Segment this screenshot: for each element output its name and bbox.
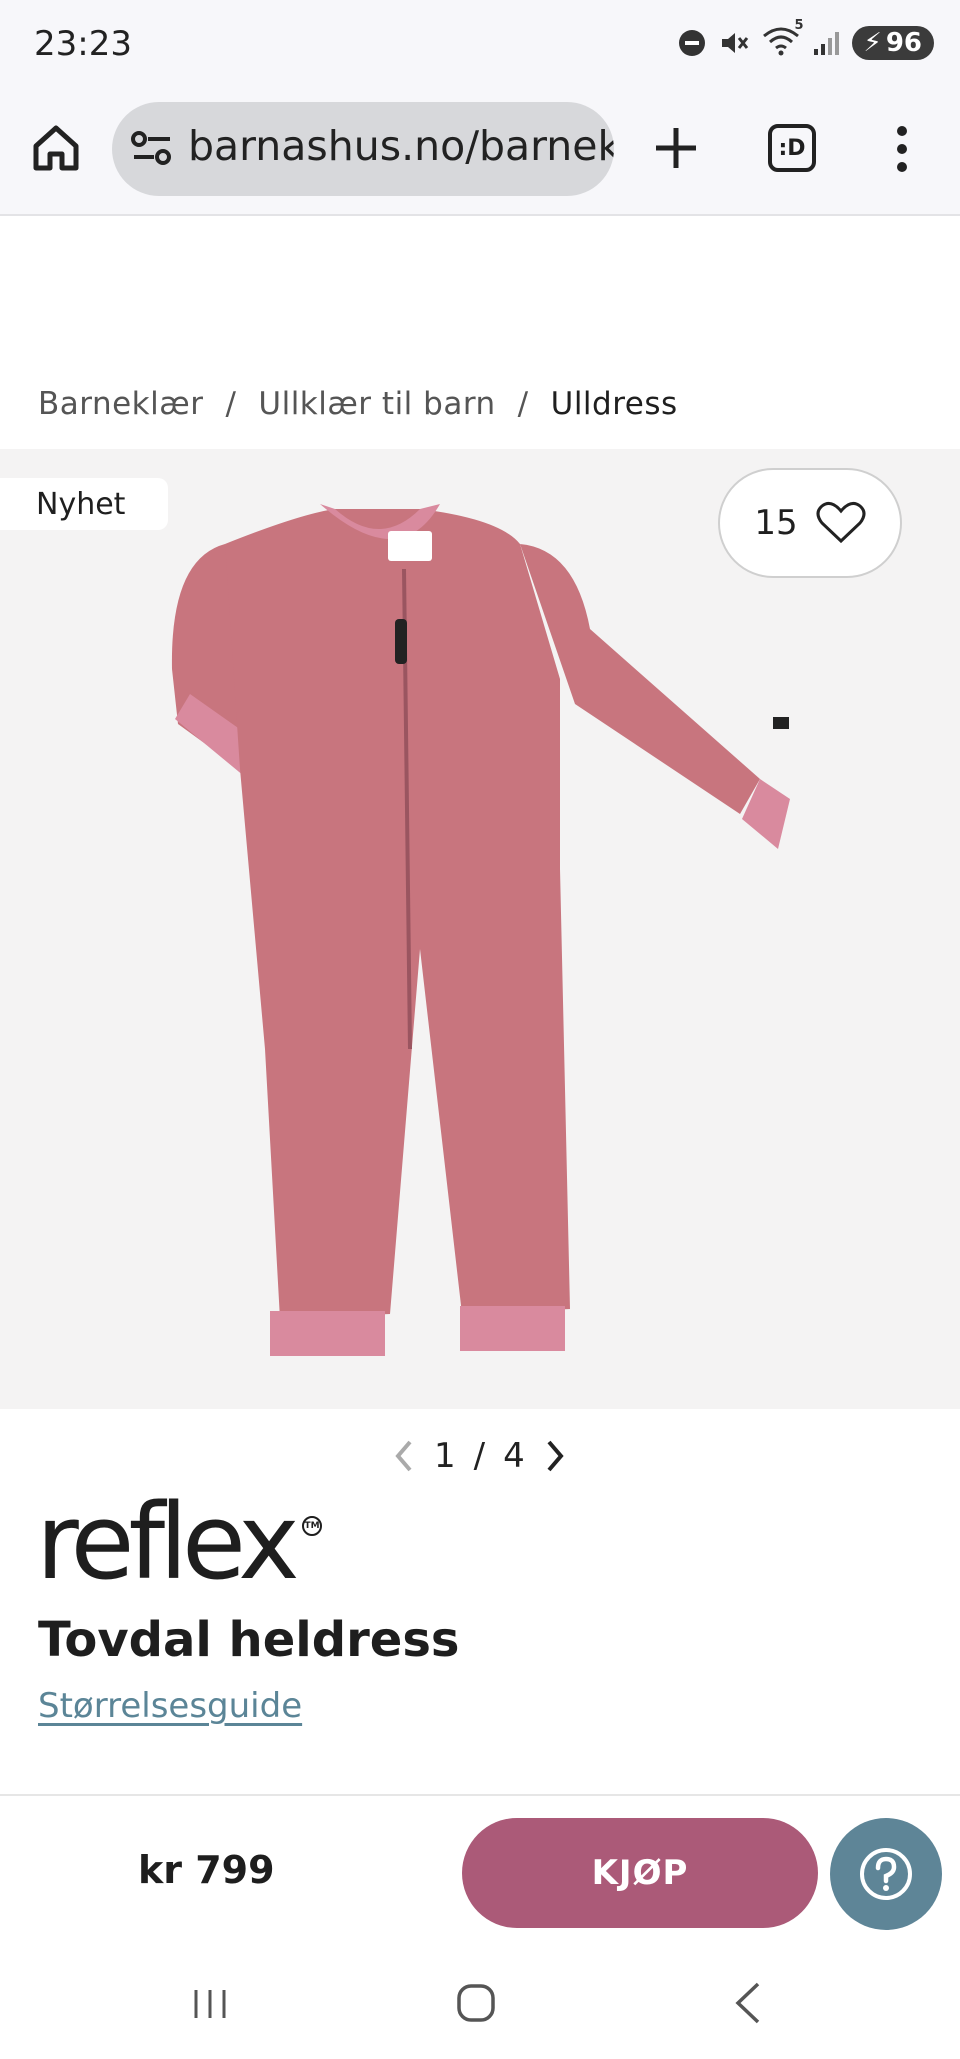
product-image-gallery[interactable] xyxy=(0,449,960,1409)
home-nav-icon[interactable] xyxy=(456,1982,496,2024)
breadcrumb-separator: / xyxy=(517,386,529,422)
back-icon[interactable] xyxy=(730,1980,764,2026)
clock: 23:23 xyxy=(34,24,132,64)
site-settings-icon[interactable] xyxy=(130,128,174,168)
address-bar[interactable]: barnashus.no/barneklær/ullklær-til-barn/… xyxy=(112,102,614,196)
pager-current: 1 xyxy=(434,1436,456,1476)
status-icons: 5 ⚡ 96 xyxy=(678,18,934,60)
wifi-generation-badge: 5 xyxy=(794,18,804,33)
heart-icon xyxy=(816,501,866,544)
brand-logo[interactable]: reflex xyxy=(36,1490,300,1594)
recent-apps-icon[interactable] xyxy=(190,1984,230,2024)
chevron-left-icon[interactable] xyxy=(392,1438,416,1474)
do-not-disturb-icon xyxy=(678,30,705,56)
breadcrumb-current: Ulldress xyxy=(550,386,678,422)
breadcrumb: Barneklær / Ullklær til barn / Ulldress xyxy=(38,386,678,422)
breadcrumb-separator: / xyxy=(225,386,237,422)
product-title: Tovdal heldress xyxy=(38,1612,460,1668)
image-pager: 1 / 4 xyxy=(392,1434,567,1478)
help-button[interactable] xyxy=(830,1818,942,1930)
new-badge: Nyhet xyxy=(0,478,168,530)
help-icon xyxy=(860,1848,912,1900)
trademark-mark: TM xyxy=(302,1516,322,1536)
price: kr 799 xyxy=(138,1848,275,1892)
wifi-icon: 5 xyxy=(762,18,804,60)
breadcrumb-link[interactable]: Ullklær til barn xyxy=(258,386,495,422)
buy-button[interactable]: KJØP xyxy=(462,1818,818,1928)
tab-switcher-button[interactable]: :D xyxy=(768,124,816,172)
favorite-button[interactable]: 15 xyxy=(718,468,902,578)
url-text[interactable]: barnashus.no/barneklær/ullklær-til-barn/… xyxy=(188,122,614,170)
new-tab-icon[interactable] xyxy=(648,120,704,176)
size-guide-link[interactable]: Størrelsesguide xyxy=(38,1686,302,1726)
pager-separator: / xyxy=(473,1436,486,1476)
divider xyxy=(0,1794,960,1796)
battery-level: 96 xyxy=(885,28,922,58)
more-menu-icon[interactable] xyxy=(890,124,914,174)
charging-icon: ⚡ xyxy=(863,28,882,58)
breadcrumb-link[interactable]: Barneklær xyxy=(38,386,203,422)
pager-total: 4 xyxy=(503,1436,525,1476)
chevron-right-icon[interactable] xyxy=(543,1438,567,1474)
signal-icon xyxy=(813,32,839,55)
product-image xyxy=(171,504,790,1356)
battery-indicator: ⚡ 96 xyxy=(851,26,934,60)
home-icon[interactable] xyxy=(30,122,82,174)
mute-icon xyxy=(721,33,748,53)
favorite-count: 15 xyxy=(754,503,798,543)
